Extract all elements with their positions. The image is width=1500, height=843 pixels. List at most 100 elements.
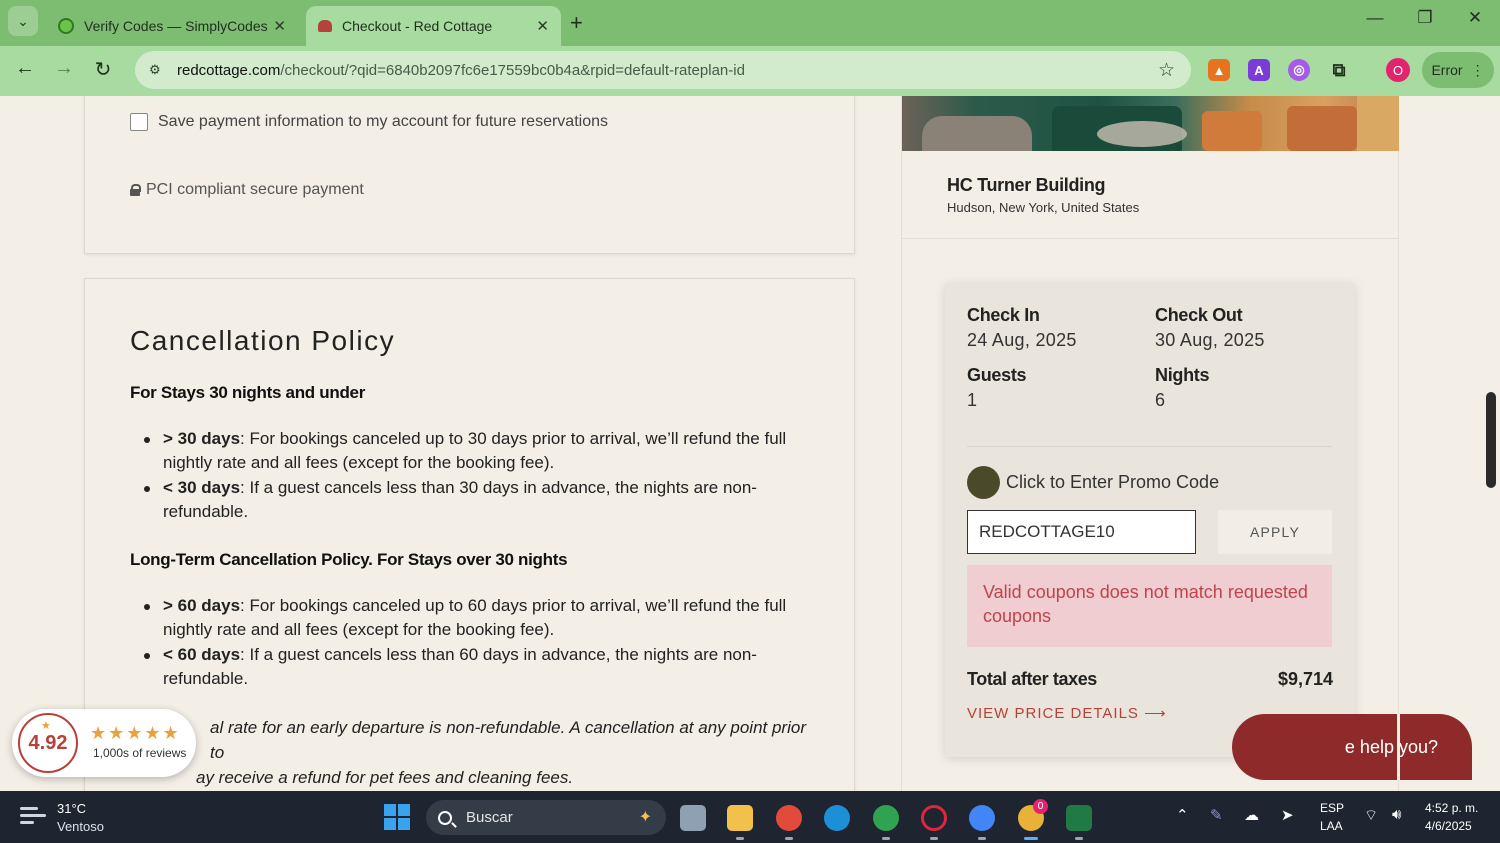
simplycodes-favicon-icon (58, 18, 74, 34)
save-payment-label: Save payment information to my account f… (158, 113, 608, 130)
save-payment-row[interactable]: Save payment information to my account f… (130, 113, 608, 131)
window-close-icon[interactable]: ✕ (1460, 8, 1490, 28)
search-icon (438, 810, 452, 825)
promo-toggle-icon[interactable] (967, 466, 1000, 499)
close-icon[interactable]: ✕ (536, 17, 549, 35)
running-indicator (882, 837, 890, 840)
tab-title: Checkout - Red Cottage (342, 18, 493, 34)
address-bar[interactable]: ⚙ redcottage.com/checkout/?qid=6840b2097… (135, 51, 1191, 89)
back-arrow-icon[interactable]: ← (11, 57, 39, 80)
divider (967, 446, 1332, 447)
tab-simplycodes[interactable]: Verify Codes — SimplyCodes ✕ (46, 6, 298, 46)
swirl-extension-icon[interactable]: ◎ (1288, 59, 1310, 81)
metamask-extension-icon[interactable]: ▲ (1208, 59, 1230, 81)
long-stay-list: > 60 days: For bookings canceled up to 6… (144, 594, 813, 692)
guests-value: 1 (967, 390, 978, 410)
long-stay-heading: Long-Term Cancellation Policy. For Stays… (130, 550, 568, 569)
site-settings-icon[interactable]: ⚙ (149, 62, 167, 78)
divider (1397, 714, 1400, 780)
red-cottage-favicon-icon (318, 20, 332, 32)
nights-value: 6 (1155, 390, 1166, 410)
keyboard-layout[interactable]: LAA (1320, 819, 1343, 833)
scrollbar-thumb[interactable] (1486, 392, 1496, 488)
error-menu-button[interactable]: Error ⋮ (1422, 52, 1494, 88)
onedrive-icon[interactable]: ☁ (1244, 806, 1259, 824)
chevron-down-icon: ⌄ (17, 12, 29, 29)
view-price-details-link[interactable]: VIEW PRICE DETAILS ⟶ (967, 704, 1167, 722)
reviews-badge[interactable]: 4.92 ★ ★★★★★ 1,000s of reviews (12, 709, 196, 777)
chrome-profile-2-icon[interactable] (873, 805, 899, 831)
wifi-icon[interactable]: ⌔ (1364, 806, 1378, 825)
guests-label: Guests (967, 365, 1027, 385)
opera-icon[interactable] (921, 805, 947, 831)
rating-count: 1,000s of reviews (93, 746, 187, 760)
booking-summary-card: Check In 24 Aug, 2025 Check Out 30 Aug, … (945, 283, 1355, 757)
weather-condition: Ventoso (57, 819, 104, 834)
cancellation-policy-card: Cancellation Policy For Stays 30 nights … (84, 278, 855, 791)
note-line-1: al rate for an early departure is non-re… (210, 718, 806, 762)
close-icon[interactable]: ✕ (273, 17, 286, 35)
clock-time[interactable]: 4:52 p. m. (1425, 801, 1478, 815)
tab-red-cottage[interactable]: Checkout - Red Cottage ✕ (306, 6, 561, 46)
promo-code-input[interactable] (967, 510, 1196, 554)
check-in-value: 24 Aug, 2025 (967, 330, 1077, 350)
rule-bold: < 60 days (163, 645, 241, 664)
pci-label: PCI compliant secure payment (146, 181, 364, 198)
volume-icon[interactable]: 🔊︎ (1392, 806, 1401, 823)
edge-icon[interactable] (824, 805, 850, 831)
chevron-up-icon[interactable]: ⌃ (1176, 806, 1189, 824)
send-icon[interactable]: ➤ (1281, 806, 1294, 824)
running-indicator (1075, 837, 1083, 840)
promo-code-toggle[interactable]: Click to Enter Promo Code (1006, 472, 1219, 493)
checkout-page: Save payment information to my account f… (0, 96, 1500, 791)
rule-text: : If a guest cancels less than 30 days i… (163, 478, 757, 521)
total-label: Total after taxes (967, 669, 1097, 689)
tab-title: Verify Codes — SimplyCodes (84, 18, 268, 34)
windows-start-icon[interactable] (384, 804, 410, 830)
nights-label: Nights (1155, 365, 1210, 385)
note-line-2: ay receive a refund for pet fees and cle… (196, 768, 574, 787)
error-label: Error (1431, 62, 1463, 78)
wind-weather-icon[interactable] (20, 805, 46, 825)
check-in-label: Check In (967, 305, 1040, 325)
rule-text: : For bookings canceled up to 60 days pr… (163, 596, 787, 639)
language-code[interactable]: ESP (1320, 801, 1344, 815)
running-indicator (930, 837, 938, 840)
excel-icon[interactable] (1066, 805, 1092, 831)
coupon-error-message: Valid coupons does not match requested c… (967, 565, 1332, 647)
weather-temperature: 31°C (57, 801, 87, 816)
forward-arrow-icon[interactable]: → (50, 57, 78, 80)
lock-icon (130, 184, 141, 196)
extensions-puzzle-icon[interactable]: ⧉ (1328, 59, 1350, 81)
rule-text: : For bookings canceled up to 30 days pr… (163, 429, 787, 472)
pen-icon[interactable]: ✎ (1210, 806, 1223, 824)
divider (902, 238, 1399, 239)
search-placeholder: Buscar (466, 809, 513, 826)
tab-search-button[interactable]: ⌄ (8, 6, 38, 36)
profile-avatar[interactable]: O (1386, 58, 1410, 82)
active-indicator (1024, 837, 1038, 840)
bookmark-star-icon[interactable]: ☆ (1158, 59, 1175, 82)
list-item: < 60 days: If a guest cancels less than … (144, 643, 813, 691)
restore-icon[interactable]: ❐ (1410, 8, 1440, 28)
early-departure-note: al rate for an early departure is non-re… (130, 715, 820, 790)
clock-date[interactable]: 4/6/2025 (1425, 819, 1472, 833)
new-tab-button[interactable]: + (570, 10, 583, 36)
task-view-icon[interactable] (680, 805, 706, 831)
list-item: > 30 days: For bookings canceled up to 3… (144, 427, 813, 475)
policy-title: Cancellation Policy (130, 325, 396, 356)
star-icon: ★ (41, 720, 51, 732)
check-out-label: Check Out (1155, 305, 1243, 325)
apply-button[interactable]: APPLY (1218, 510, 1332, 554)
chrome-profile-1-icon[interactable] (776, 805, 802, 831)
running-indicator (736, 837, 744, 840)
save-payment-checkbox[interactable] (130, 113, 148, 131)
minimize-icon[interactable]: — (1360, 8, 1390, 28)
a-extension-icon[interactable]: A (1248, 59, 1270, 81)
chrome-profile-3-icon[interactable] (969, 805, 995, 831)
file-explorer-icon[interactable] (727, 805, 753, 831)
reload-icon[interactable]: ↻ (89, 57, 117, 82)
chat-widget-button[interactable]: e help you? (1232, 714, 1472, 780)
taskbar-search[interactable]: Buscar ✦ (426, 800, 666, 835)
property-photo (902, 96, 1399, 151)
